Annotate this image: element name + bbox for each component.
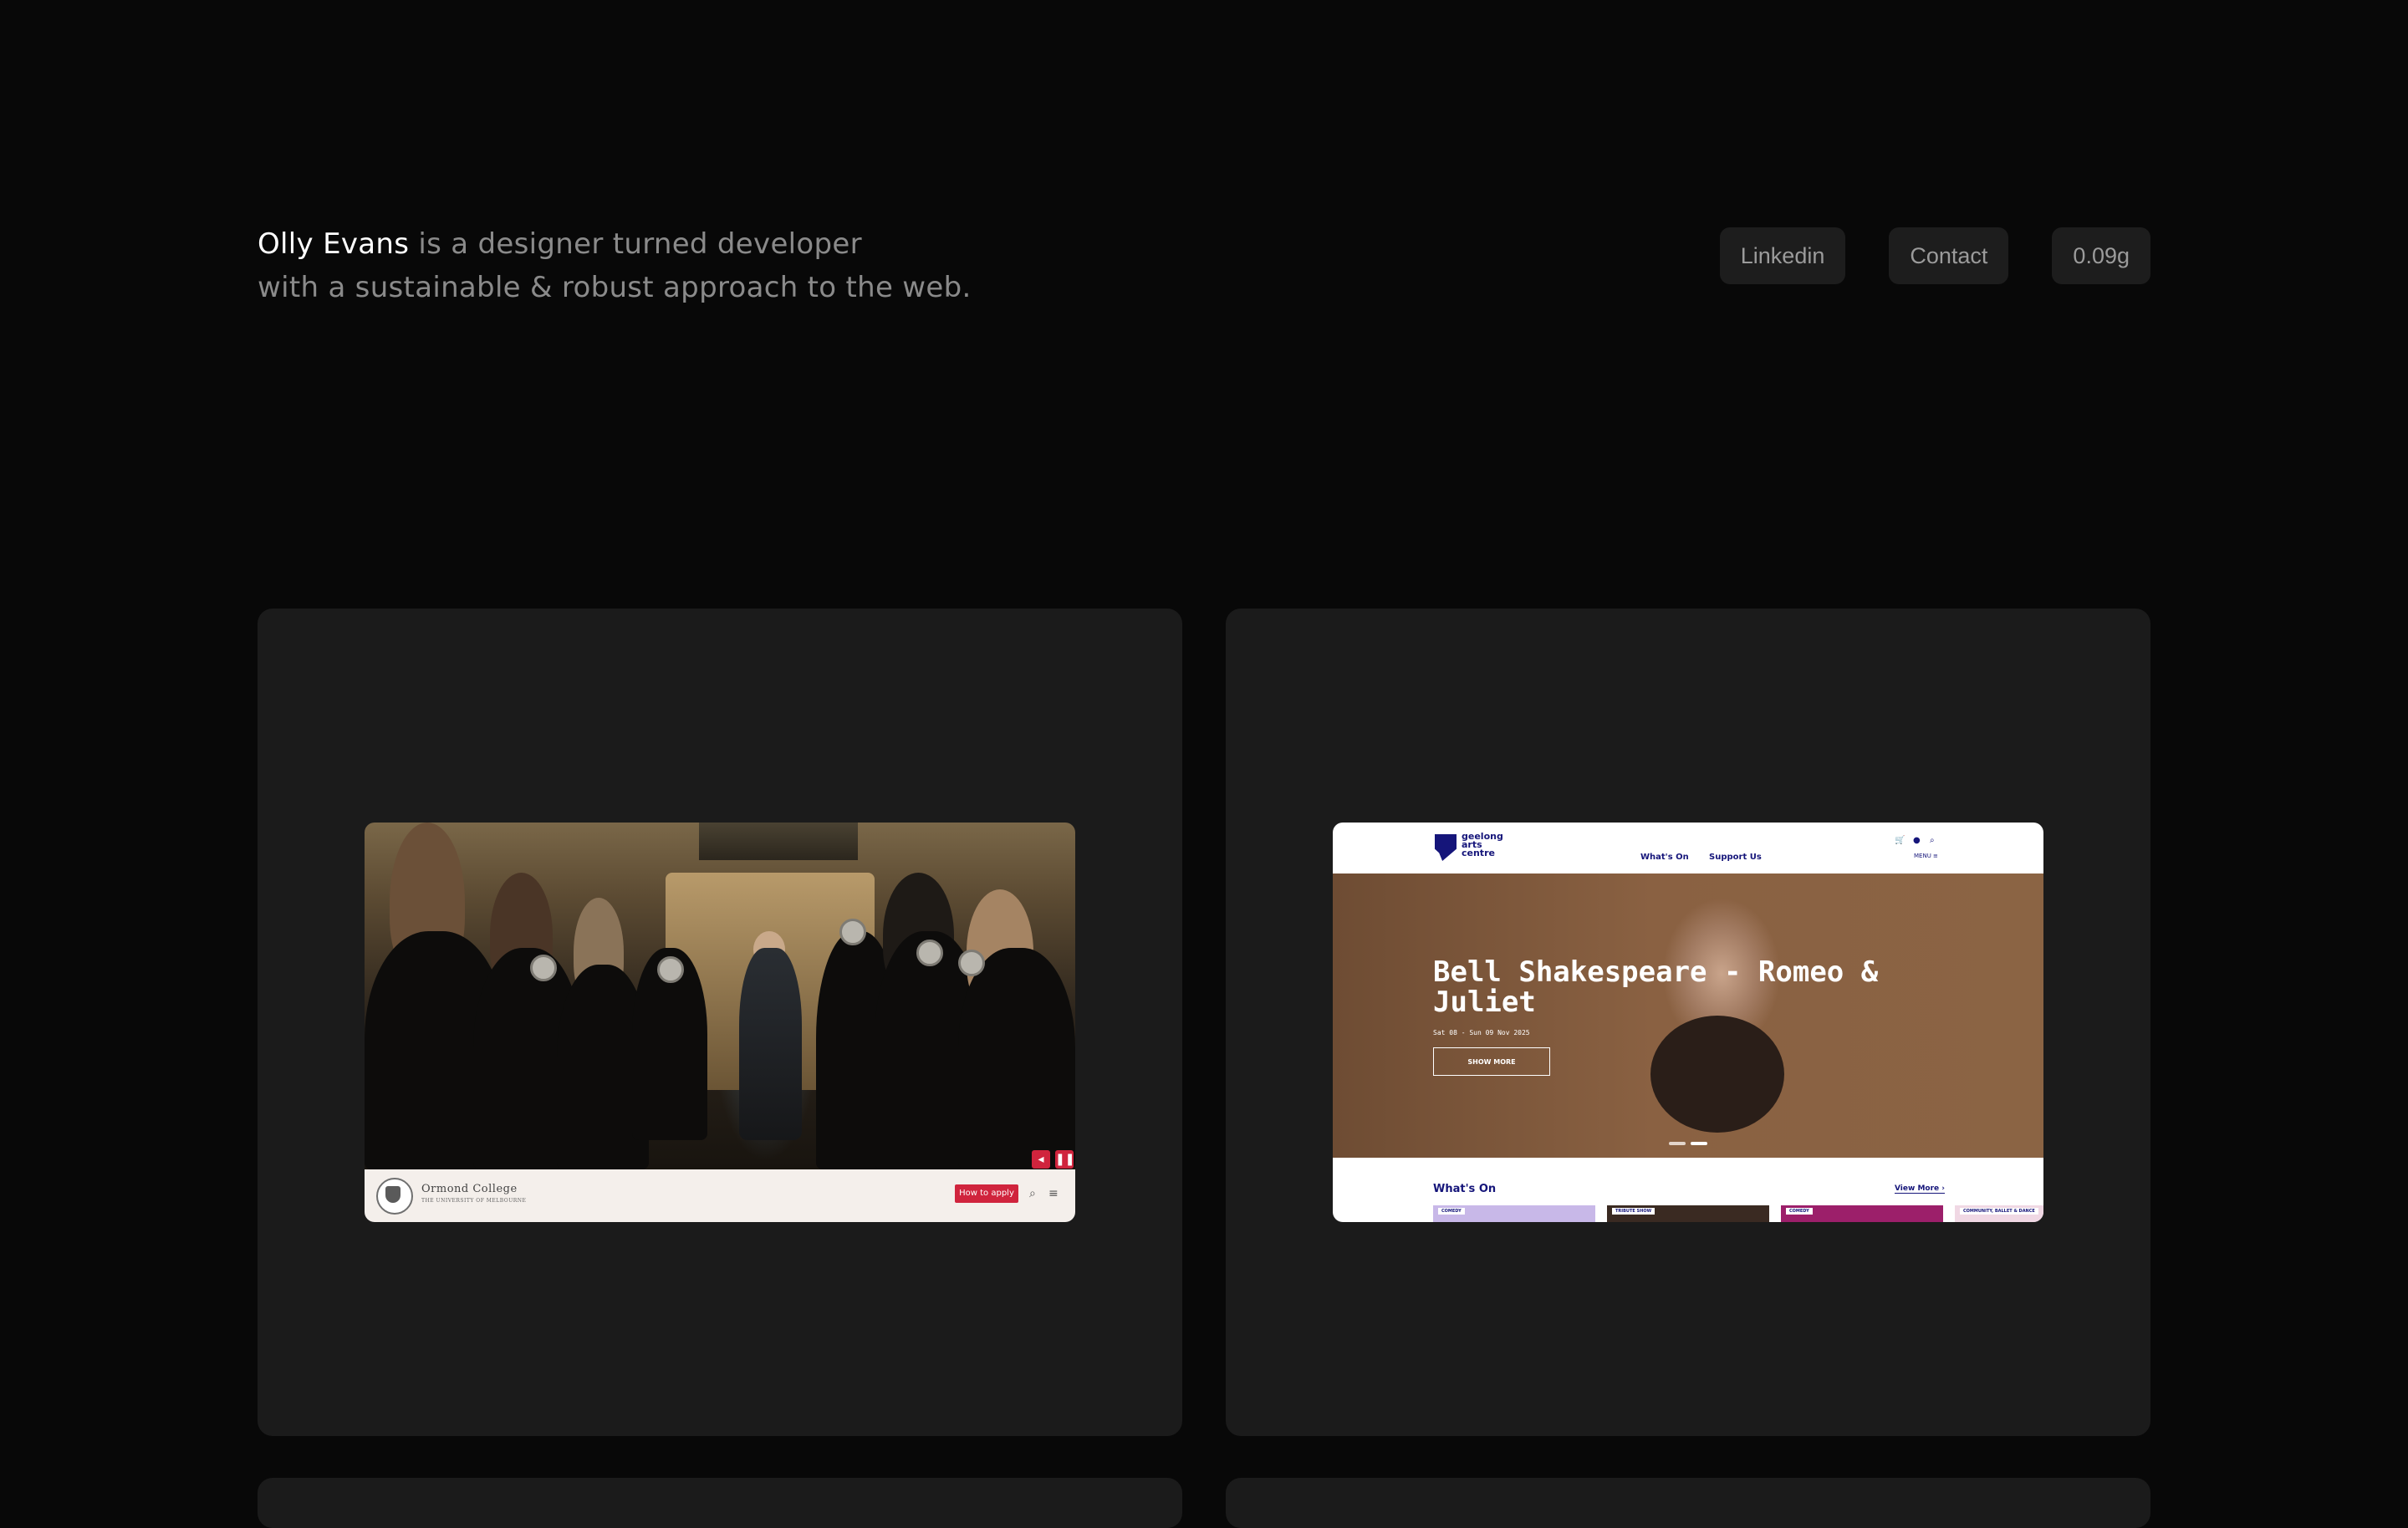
gown-crest-icon (839, 919, 866, 945)
geelong-event-tile: COMMUNITY, BALLET & DANCE (1955, 1205, 2043, 1222)
author-name: Olly Evans (258, 227, 410, 261)
carbon-footprint-button[interactable]: 0.09g (2052, 227, 2150, 284)
geelong-show-more-button: SHOW MORE (1433, 1047, 1550, 1076)
geelong-cart-icon: 🛒 (1895, 836, 1905, 845)
ormond-crest-logo-icon (376, 1178, 413, 1215)
geelong-logo-icon (1435, 834, 1457, 861)
geelong-menu-icon: MENU ≡ (1914, 853, 1938, 859)
ormond-college-name: Ormond College (421, 1183, 518, 1195)
geelong-nav-support-us: Support Us (1709, 853, 1762, 862)
event-tag: TRIBUTE SHOW (1612, 1208, 1656, 1215)
header-nav: Linkedin Contact 0.09g (1719, 227, 2150, 284)
ormond-screenshot: ◂ ❚❚ Ormond College THE UNIVERSITY OF ME… (365, 823, 1075, 1222)
ormond-search-icon: ⌕ (1029, 1187, 1036, 1200)
contact-button[interactable]: Contact (1889, 227, 2009, 284)
geelong-whats-on-section: What's On View More › COMEDY TRIBUTE SHO… (1333, 1158, 2043, 1222)
project-card-ormond[interactable]: ◂ ❚❚ Ormond College THE UNIVERSITY OF ME… (258, 609, 1182, 1436)
event-tag: COMEDY (1786, 1208, 1813, 1215)
linkedin-button[interactable]: Linkedin (1719, 227, 1846, 284)
gown-crest-icon (916, 940, 943, 966)
ormond-hero-photo: ◂ ❚❚ (365, 823, 1075, 1169)
geelong-screenshot: geelong arts centre What's On Support Us… (1333, 823, 2043, 1222)
geelong-search-icon: ⌕ (1930, 836, 1935, 845)
gown-crest-icon (530, 955, 557, 981)
video-mute-icon[interactable]: ◂ (1032, 1150, 1050, 1169)
event-tag: COMEDY (1438, 1208, 1465, 1215)
video-pause-icon[interactable]: ❚❚ (1055, 1150, 1074, 1169)
project-card-4[interactable] (1226, 1478, 2150, 1528)
intro-text: Olly Evans is a designer turned develope… (258, 222, 972, 309)
gown-crest-icon (958, 950, 985, 976)
geelong-event-tile: COMEDY (1433, 1205, 1595, 1222)
geelong-hero-date: Sat 08 - Sun 09 Nov 2025 (1433, 1029, 1530, 1036)
geelong-hero: Bell Shakespeare - Romeo & Juliet Sat 08… (1333, 874, 2043, 1158)
ormond-college-subtitle: THE UNIVERSITY OF MELBOURNE (421, 1198, 527, 1204)
how-to-apply-button: How to apply (955, 1184, 1018, 1203)
geelong-event-tile: TRIBUTE SHOW (1607, 1205, 1769, 1222)
geelong-header: geelong arts centre What's On Support Us… (1333, 823, 2043, 874)
event-tag: COMMUNITY, BALLET & DANCE (1960, 1208, 2038, 1215)
tagline-line-2: with a sustainable & robust approach to … (258, 271, 972, 304)
gown-crest-icon (657, 956, 684, 983)
geelong-hero-portrait-hair (1650, 1016, 1784, 1133)
project-card-3[interactable] (258, 1478, 1182, 1528)
geelong-user-icon: ● (1913, 836, 1921, 845)
geelong-view-more-link: View More › (1895, 1184, 1945, 1194)
ormond-photo-window (699, 823, 858, 860)
geelong-section-title: What's On (1433, 1183, 1497, 1195)
tagline-line-1: is a designer turned developer (409, 227, 862, 261)
photo-figure-gown (958, 948, 1075, 1169)
geelong-hero-title: Bell Shakespeare - Romeo & Juliet (1433, 955, 1879, 1019)
project-card-geelong[interactable]: geelong arts centre What's On Support Us… (1226, 609, 2150, 1436)
ormond-header-bar: Ormond College THE UNIVERSITY OF MELBOUR… (365, 1169, 1075, 1222)
ormond-menu-icon: ≡ (1048, 1187, 1059, 1200)
geelong-carousel-dots (1669, 1133, 1712, 1149)
piper-figure (739, 948, 802, 1140)
geelong-nav-whats-on: What's On (1640, 853, 1689, 862)
geelong-event-tile: COMEDY (1781, 1205, 1943, 1222)
geelong-logo-text: geelong arts centre (1462, 831, 1503, 858)
